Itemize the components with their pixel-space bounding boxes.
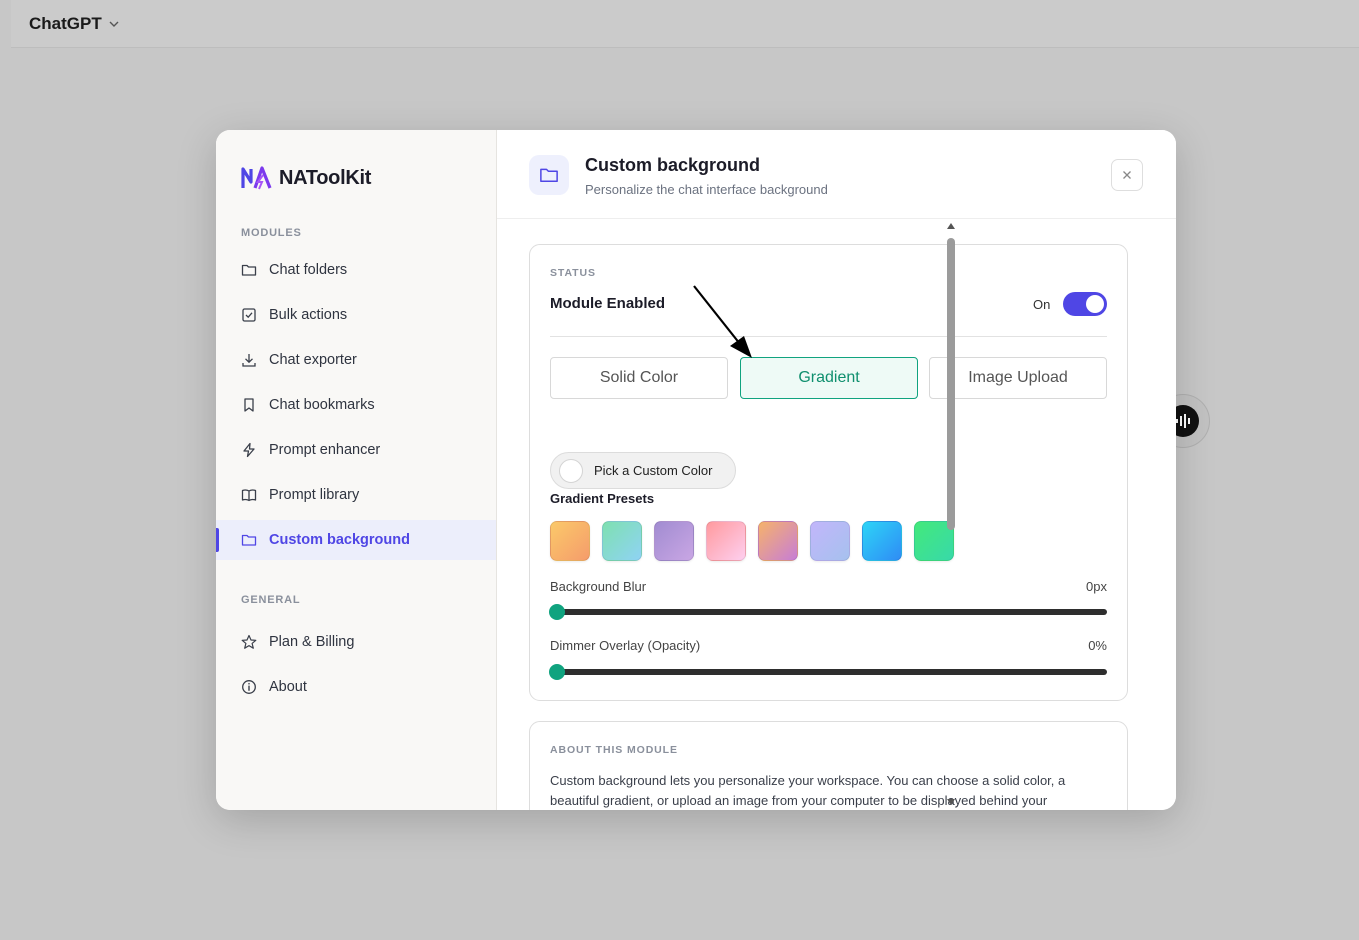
tab-solid-color[interactable]: Solid Color	[550, 357, 728, 399]
color-swatch	[559, 458, 583, 483]
waveform-icon	[1176, 414, 1190, 428]
panel-content: STATUS Module Enabled On Solid Color Gra…	[497, 220, 1175, 810]
panel-header: Custom background Personalize the chat i…	[497, 130, 1176, 219]
brand: NAToolKit	[241, 164, 371, 192]
sidebar-item-chat-exporter[interactable]: Chat exporter	[216, 340, 496, 380]
sidebar-item-label: Chat bookmarks	[269, 397, 375, 413]
dimmer-slider[interactable]	[549, 664, 1107, 680]
sidebar: NAToolKit MODULES Chat folders Bulk acti…	[216, 130, 497, 810]
divider	[550, 336, 1107, 337]
sidebar-item-label: Chat exporter	[269, 352, 357, 368]
sidebar-item-prompt-library[interactable]: Prompt library	[216, 475, 496, 515]
sidebar-item-label: Custom background	[269, 532, 410, 548]
module-enabled-label: Module Enabled	[550, 295, 666, 312]
main-panel: Custom background Personalize the chat i…	[497, 130, 1176, 810]
toggle-state-label: On	[1033, 297, 1051, 312]
book-icon	[241, 489, 257, 502]
sidebar-item-about[interactable]: About	[216, 667, 496, 707]
pick-custom-color-button[interactable]: Pick a Custom Color	[550, 452, 736, 489]
app-title[interactable]: ChatGPT	[29, 14, 102, 34]
scrollbar-thumb[interactable]	[947, 238, 955, 530]
module-enabled-toggle[interactable]	[1063, 292, 1107, 316]
gradient-preset-swatch[interactable]	[810, 521, 850, 561]
gradient-preset-swatch[interactable]	[654, 521, 694, 561]
close-button[interactable]	[1111, 159, 1143, 191]
scrollbar[interactable]	[944, 220, 958, 808]
folder-icon	[540, 168, 558, 182]
sidebar-item-bulk-actions[interactable]: Bulk actions	[216, 295, 496, 335]
dimmer-label: Dimmer Overlay (Opacity)	[550, 638, 701, 653]
checkbox-icon	[242, 308, 256, 322]
header-icon-box	[529, 155, 569, 195]
about-card: ABOUT THIS MODULE Custom background lets…	[529, 721, 1128, 810]
close-icon	[1123, 171, 1131, 179]
lightning-icon	[243, 442, 255, 458]
blur-slider-thumb[interactable]	[549, 604, 565, 620]
gradient-preset-swatch[interactable]	[862, 521, 902, 561]
modules-section-label: MODULES	[241, 227, 302, 239]
dimmer-slider-thumb[interactable]	[549, 664, 565, 680]
about-label: ABOUT THIS MODULE	[550, 744, 678, 756]
folder-icon	[241, 534, 257, 546]
page-subtitle: Personalize the chat interface backgroun…	[585, 182, 828, 197]
sidebar-item-prompt-enhancer[interactable]: Prompt enhancer	[216, 430, 496, 470]
blur-slider[interactable]	[549, 604, 1107, 620]
app-topbar: ChatGPT	[11, 0, 1359, 48]
info-icon	[242, 680, 256, 694]
dimmer-value: 0%	[1088, 638, 1107, 653]
general-section-label: GENERAL	[241, 594, 301, 606]
sidebar-item-chat-bookmarks[interactable]: Chat bookmarks	[216, 385, 496, 425]
sidebar-item-custom-background[interactable]: Custom background	[216, 520, 496, 560]
bookmark-icon	[244, 398, 254, 412]
brand-name: NAToolKit	[279, 166, 372, 189]
annotation-arrow-icon	[693, 285, 752, 358]
natoolkit-logo-icon	[241, 166, 272, 190]
about-text: Custom background lets you personalize y…	[550, 773, 1066, 808]
tab-gradient[interactable]: Gradient	[740, 357, 918, 399]
gradient-preset-swatch[interactable]	[602, 521, 642, 561]
gradient-preset-swatch[interactable]	[706, 521, 746, 561]
settings-modal: NAToolKit MODULES Chat folders Bulk acti…	[216, 130, 1176, 810]
gradient-preset-swatch[interactable]	[550, 521, 590, 561]
status-card: STATUS Module Enabled On Solid Color Gra…	[529, 244, 1128, 701]
blur-label: Background Blur	[550, 579, 647, 594]
folder-icon	[241, 264, 257, 276]
scroll-up-arrow-icon[interactable]	[947, 223, 955, 229]
sidebar-item-label: Chat folders	[269, 262, 348, 278]
status-label: STATUS	[550, 267, 596, 279]
star-icon	[241, 634, 257, 649]
gradient-presets-label: Gradient Presets	[550, 491, 655, 506]
scroll-down-arrow-icon[interactable]	[947, 799, 955, 805]
pick-custom-color-label: Pick a Custom Color	[594, 463, 713, 478]
sidebar-item-label: Prompt library	[269, 487, 360, 503]
sidebar-item-label: About	[269, 679, 307, 695]
sidebar-item-plan-billing[interactable]: Plan & Billing	[216, 622, 496, 662]
sidebar-item-label: Bulk actions	[269, 307, 348, 323]
download-icon	[242, 354, 256, 367]
gradient-preset-swatch[interactable]	[758, 521, 798, 561]
sidebar-item-label: Prompt enhancer	[269, 442, 381, 458]
sidebar-item-chat-folders[interactable]: Chat folders	[216, 250, 496, 290]
page-title: Custom background	[585, 155, 761, 175]
blur-value: 0px	[1086, 579, 1107, 594]
chevron-down-icon[interactable]	[108, 18, 120, 30]
sidebar-item-label: Plan & Billing	[269, 634, 355, 650]
